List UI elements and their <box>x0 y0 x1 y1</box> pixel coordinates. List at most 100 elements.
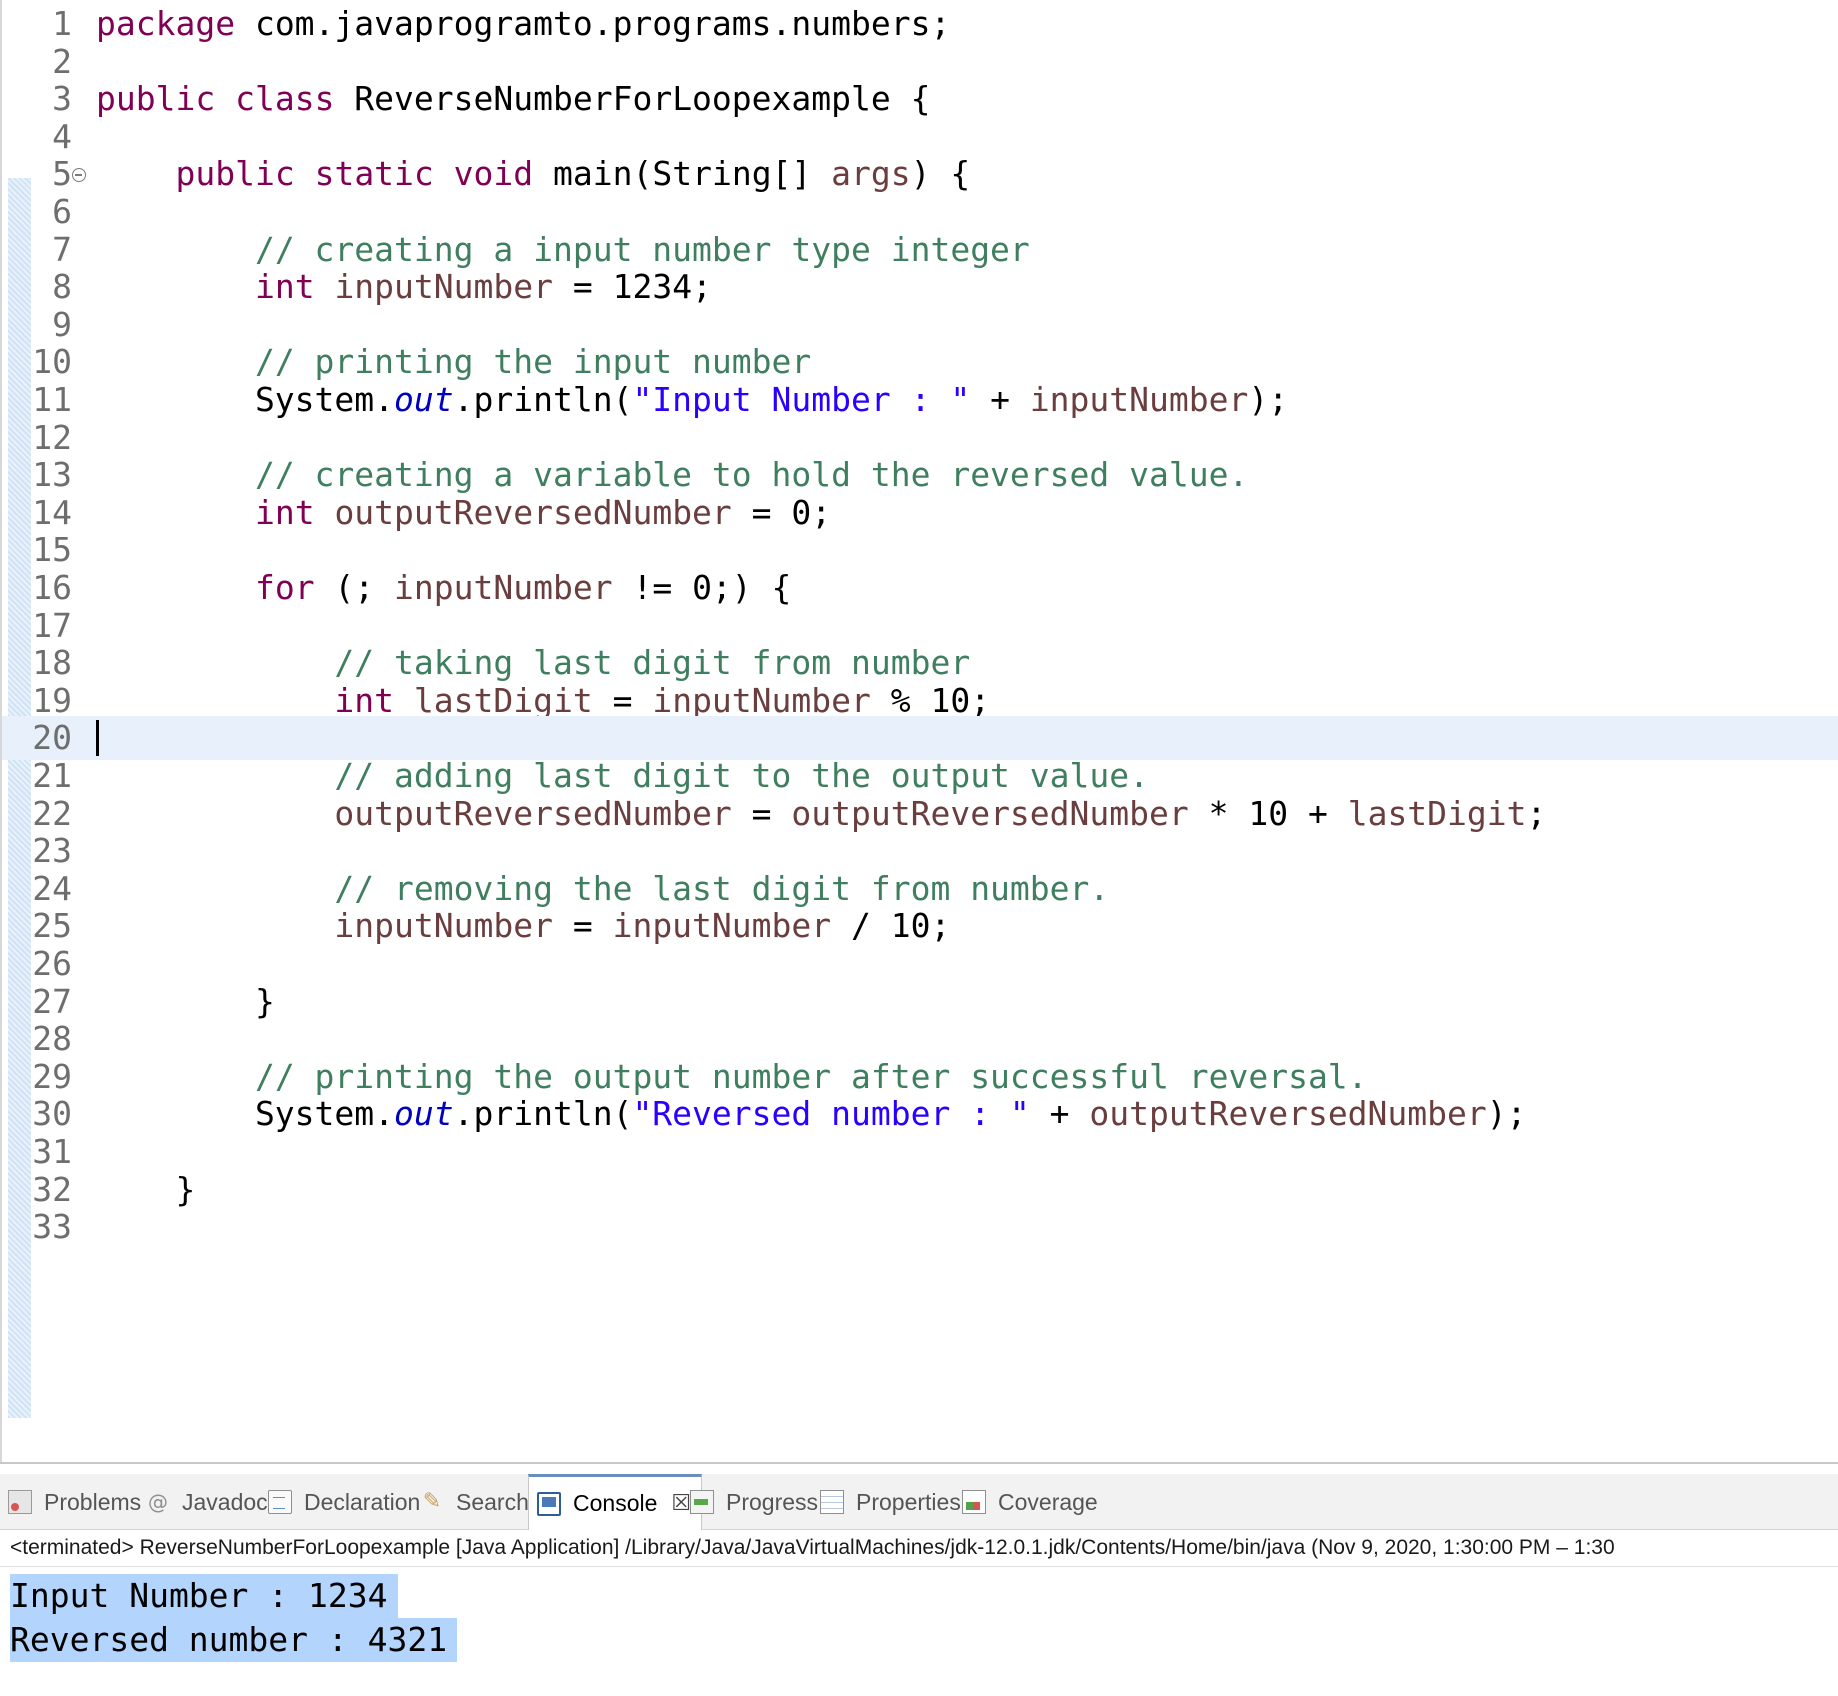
comment: // printing the input number <box>254 342 812 382</box>
tab-search[interactable]: ✎ Search <box>420 1474 529 1530</box>
console-divider <box>0 1566 1838 1567</box>
variable: inputNumber <box>334 906 553 946</box>
progress-icon <box>690 1490 714 1514</box>
comment: // creating a input number type integer <box>254 229 1030 269</box>
keyword: public <box>96 79 216 119</box>
code-token: } <box>96 1169 196 1209</box>
variable: inputNumber <box>612 906 832 946</box>
tab-label: Progress <box>726 1488 819 1515</box>
comment: // adding last digit to the output value… <box>334 756 1149 795</box>
code-token: / 10; <box>831 906 951 946</box>
variable: outputReversedNumber <box>334 793 732 833</box>
string-literal: "Input Number : " <box>632 380 971 419</box>
line-number: 33 <box>32 1207 72 1247</box>
comment: // printing the output number after succ… <box>254 1056 1368 1096</box>
keyword: for <box>254 568 315 607</box>
code-token: (; <box>314 568 395 607</box>
variable: outputReversedNumber <box>791 793 1189 833</box>
properties-icon <box>820 1490 844 1514</box>
static-field: out <box>394 380 454 419</box>
tab-declaration[interactable]: Declaration <box>268 1474 420 1530</box>
tab-progress[interactable]: Progress <box>690 1474 818 1530</box>
static-field: out <box>394 1094 454 1134</box>
code-token: = <box>592 680 653 720</box>
keyword: int <box>254 492 315 532</box>
code-token: ); <box>1486 1094 1527 1134</box>
tab-javadoc[interactable]: @ Javadoc <box>146 1474 268 1530</box>
editor-divider <box>0 1462 1838 1464</box>
tab-coverage[interactable]: Coverage <box>962 1474 1098 1530</box>
code-token: .println( <box>453 380 633 419</box>
search-icon: ✎ <box>422 1489 442 1514</box>
keyword: static <box>314 154 434 194</box>
code-token: != 0;) { <box>612 568 792 607</box>
code-token: + <box>1029 1094 1090 1134</box>
line-number-cell: 33 <box>2 1205 72 1249</box>
tab-console[interactable]: Console ☒ <box>528 1474 703 1530</box>
tab-properties[interactable]: Properties <box>820 1474 961 1530</box>
code-token: + <box>970 380 1030 419</box>
tab-label: Console <box>573 1490 658 1516</box>
code-token: ; <box>1526 793 1547 833</box>
variable: lastDigit <box>1347 793 1527 833</box>
variable: args <box>831 154 911 194</box>
tab-label: Problems <box>44 1488 142 1515</box>
console-process-header: <terminated> ReverseNumberForLoopexample… <box>10 1536 1615 1559</box>
console-icon <box>537 1491 561 1516</box>
code-line[interactable]: 33 <box>2 1205 1838 1249</box>
comment: // removing the last digit from number. <box>334 868 1110 908</box>
variable: outputReversedNumber <box>1089 1094 1487 1134</box>
at-icon: @ <box>148 1490 168 1514</box>
text-caret <box>96 720 99 757</box>
code-token: % 10; <box>870 680 991 720</box>
variable: lastDigit <box>413 680 593 720</box>
tab-problems[interactable]: Problems <box>8 1474 141 1530</box>
keyword: void <box>453 154 534 194</box>
keyword: package <box>96 4 236 43</box>
keyword: int <box>254 267 315 307</box>
code-token: System. <box>96 1094 395 1134</box>
close-icon[interactable]: ☒ <box>671 1491 691 1516</box>
tab-label: Search <box>456 1488 529 1515</box>
tab-label: Coverage <box>998 1488 1098 1515</box>
variable: inputNumber <box>394 568 613 607</box>
code-editor[interactable]: 1 package com.javaprogramto.programs.numb… <box>0 0 1838 1462</box>
console-output-line[interactable]: Reversed number : 4321 <box>10 1618 458 1662</box>
coverage-icon <box>962 1490 986 1514</box>
string-literal: "Reversed number : " <box>632 1094 1030 1134</box>
code-token: = <box>552 906 613 946</box>
console-output-line[interactable]: Input Number : 1234 <box>10 1574 398 1618</box>
code-token: com.javaprogramto.programs.numbers; <box>235 4 951 43</box>
code-token: .println( <box>453 1094 633 1134</box>
views-tab-bar: Problems @ Javadoc Declaration ✎ Search Consol… <box>0 1474 1838 1530</box>
code-token: } <box>96 981 275 1021</box>
variable: inputNumber <box>652 680 871 720</box>
code-token: = <box>731 793 792 833</box>
code-token: System. <box>96 380 395 419</box>
keyword: public <box>175 154 295 194</box>
code-token: main(String[] <box>533 154 832 194</box>
code-token: ReverseNumberForLoopexample { <box>334 79 931 119</box>
variable: inputNumber <box>1029 380 1249 419</box>
tab-label: Properties <box>856 1488 961 1515</box>
fold-collapse-icon[interactable] <box>72 168 86 183</box>
code-token: ) { <box>910 154 971 194</box>
